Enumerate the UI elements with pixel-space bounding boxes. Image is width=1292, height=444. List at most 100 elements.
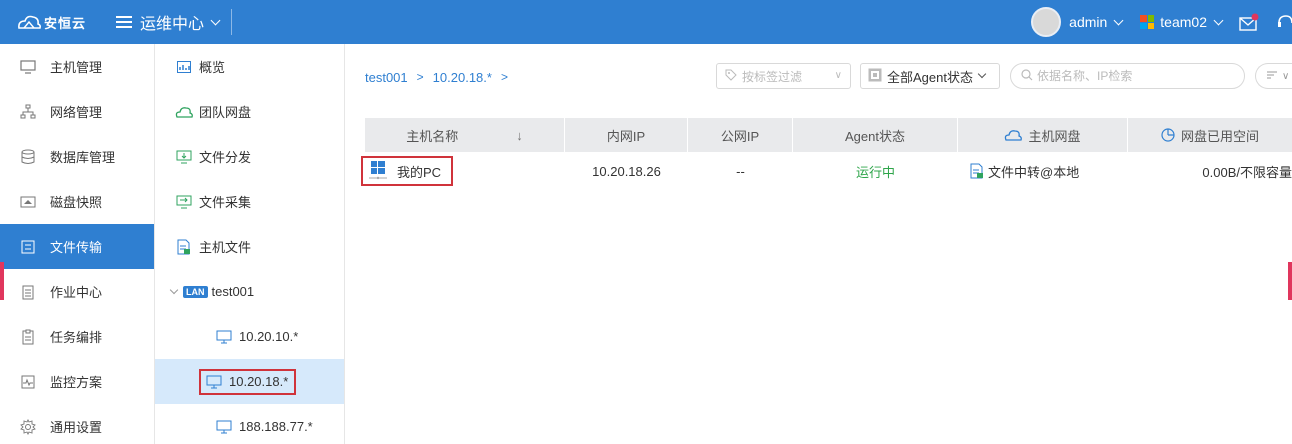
logo[interactable]: 安恒云 xyxy=(16,11,112,33)
breadcrumb: test001 > 10.20.18.* > xyxy=(365,70,517,85)
top-right-tools: admin team02 xyxy=(1031,0,1292,44)
col-host-disk: 主机网盘 xyxy=(958,118,1128,152)
sidebar-item-task-orchestration[interactable]: 任务编排 xyxy=(0,314,154,359)
sidebar-item-host-management[interactable]: 主机管理 xyxy=(0,44,154,89)
cloud-icon xyxy=(175,104,193,120)
tree-node-subnet-10-20-10[interactable]: 10.20.10.* xyxy=(155,314,344,359)
user-name: admin xyxy=(1069,14,1108,30)
search-box[interactable] xyxy=(1010,63,1245,89)
chevron-down-icon: ∨ xyxy=(1282,70,1290,82)
main-sidebar: 主机管理 网络管理 数据库管理 磁盘快照 文件传输 作业中心 任务编排 监控方案… xyxy=(0,44,155,444)
chevron-down-icon xyxy=(1213,15,1224,25)
user-menu[interactable]: admin xyxy=(1069,14,1124,30)
sidebar-item-general-settings[interactable]: 通用设置 xyxy=(0,404,154,444)
gear-icon xyxy=(20,418,36,435)
subnet-monitor-icon xyxy=(215,329,233,345)
column-header: 主机网盘 xyxy=(1028,128,1081,144)
chevron-down-icon xyxy=(210,15,221,25)
center-switcher[interactable]: 运维中心 xyxy=(116,10,221,34)
chevron-down-icon: ∨ xyxy=(834,70,842,81)
nav-item-file-distribute[interactable]: 文件分发 xyxy=(155,134,344,179)
team-name: team02 xyxy=(1160,14,1207,30)
search-icon xyxy=(1021,68,1033,84)
sort-arrow-icon[interactable]: ↓ xyxy=(516,128,523,143)
file-collect-icon xyxy=(175,194,193,210)
sidebar-item-label: 作业中心 xyxy=(50,285,103,300)
chevron-down-icon xyxy=(169,285,179,295)
overview-icon xyxy=(175,59,193,75)
sidebar-item-label: 文件传输 xyxy=(50,240,103,255)
tree-node-label: 10.20.10.* xyxy=(239,329,299,344)
subnet-monitor-icon xyxy=(205,374,223,390)
tag-filter-select[interactable]: 按标签过滤 ∨ xyxy=(716,63,851,89)
chevron-right-icon[interactable]: > xyxy=(501,70,508,84)
sort-icon xyxy=(1266,70,1278,83)
tag-filter-placeholder: 按标签过滤 xyxy=(742,69,803,84)
sidebar-item-label: 监控方案 xyxy=(50,375,103,390)
file-transfer-icon xyxy=(20,239,36,255)
column-header: 公网IP xyxy=(720,128,760,144)
job-icon xyxy=(20,284,36,300)
cell-disk-used: 0.00B/不限容量 xyxy=(1202,164,1292,180)
nav-item-team-disk[interactable]: 团队网盘 xyxy=(155,89,344,134)
nav-item-overview[interactable]: 概览 xyxy=(155,44,344,89)
nav-item-label: 概览 xyxy=(199,60,226,75)
table-row[interactable]: 我的PC 10.20.18.26 -- 运行中 文件中转@本地 0.00B/不限… xyxy=(361,152,1292,190)
cell-private-ip: 10.20.18.26 xyxy=(592,163,661,179)
cell-public-ip: -- xyxy=(736,163,745,179)
task-orchestration-icon xyxy=(20,329,36,345)
subnet-monitor-icon xyxy=(215,419,233,435)
center-title: 运维中心 xyxy=(140,16,205,33)
tree-node-label: test001 xyxy=(211,284,255,299)
file-distribute-icon xyxy=(175,149,193,165)
tree-node-label: 10.20.18.* xyxy=(229,374,289,389)
team-menu[interactable]: team02 xyxy=(1140,14,1224,30)
tree-node-lan-test001[interactable]: LAN test001 xyxy=(155,269,344,314)
cell-host-disk[interactable]: 文件中转@本地 xyxy=(958,152,1128,190)
nav-item-label: 文件采集 xyxy=(199,195,252,210)
hamburger-icon xyxy=(116,16,132,28)
tree-node-subnet-188-188-77[interactable]: 188.188.77.* xyxy=(155,404,344,444)
sidebar-item-label: 主机管理 xyxy=(50,60,103,75)
database-icon xyxy=(20,149,36,165)
sidebar-item-disk-snapshot[interactable]: 磁盘快照 xyxy=(0,179,154,224)
sidebar-item-database-management[interactable]: 数据库管理 xyxy=(0,134,154,179)
network-icon xyxy=(20,104,36,120)
sidebar-item-network-management[interactable]: 网络管理 xyxy=(0,89,154,134)
highlight-box: 我的PC xyxy=(361,156,454,186)
notification-icon[interactable] xyxy=(1238,12,1260,32)
agent-status-select[interactable]: 全部Agent状态 xyxy=(860,63,1000,89)
sidebar-item-label: 通用设置 xyxy=(50,420,103,435)
tree-node-subnet-10-20-18[interactable]: 10.20.18.* xyxy=(155,359,344,404)
sidebar-item-label: 网络管理 xyxy=(50,105,103,120)
main-content: test001 > 10.20.18.* > 按标签过滤 ∨ 全部Agent状态 xyxy=(345,44,1292,444)
nav-item-file-collect[interactable]: 文件采集 xyxy=(155,179,344,224)
agent-status-icon xyxy=(868,68,882,85)
tag-icon xyxy=(725,69,737,84)
nav-item-host-files[interactable]: 主机文件 xyxy=(155,224,344,269)
col-public-ip: 公网IP xyxy=(688,118,793,152)
host-file-icon xyxy=(175,239,193,255)
monitor-plan-icon xyxy=(20,374,36,390)
pie-chart-icon xyxy=(1161,128,1175,142)
disk-snapshot-icon xyxy=(20,194,36,210)
logo-text: 安恒云 xyxy=(44,15,87,31)
sort-options-button[interactable]: ∨ xyxy=(1255,63,1292,89)
avatar[interactable] xyxy=(1031,7,1062,37)
sidebar-item-file-transfer[interactable]: 文件传输 xyxy=(0,224,154,269)
edge-marker-right xyxy=(1288,262,1292,300)
search-input[interactable] xyxy=(1037,69,1227,83)
col-host-name[interactable]: 主机名称 ↓ xyxy=(365,118,565,152)
support-icon[interactable] xyxy=(1276,13,1292,31)
sidebar-item-monitor-plan[interactable]: 监控方案 xyxy=(0,359,154,404)
sidebar-item-label: 磁盘快照 xyxy=(50,195,103,210)
breadcrumb-root[interactable]: test001 xyxy=(365,70,408,85)
file-transfer-nav: 概览 团队网盘 文件分发 文件采集 主机文件 LAN test001 10.20… xyxy=(155,44,345,444)
file-transfer-icon xyxy=(970,163,984,179)
sidebar-item-job-center[interactable]: 作业中心 xyxy=(0,269,154,314)
lan-icon: LAN xyxy=(183,285,208,298)
monitor-icon xyxy=(20,59,36,75)
chevron-right-icon: > xyxy=(416,70,424,84)
breadcrumb-current[interactable]: 10.20.18.* xyxy=(433,70,492,85)
host-name[interactable]: 我的PC xyxy=(397,162,441,181)
